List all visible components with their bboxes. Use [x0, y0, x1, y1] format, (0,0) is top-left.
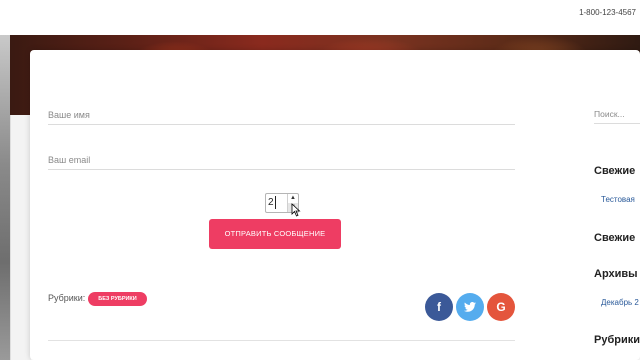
stepper-value: 2 — [268, 197, 274, 208]
text-caret — [275, 196, 276, 209]
sidebar-search-input[interactable]: Поиск... — [594, 103, 640, 124]
sidebar-heading-categories: Рубрики — [594, 334, 640, 346]
categories-label: Рубрики: — [48, 293, 86, 303]
header-phone[interactable]: 1-800-123-4567 — [579, 8, 636, 17]
content-card — [30, 50, 640, 360]
facebook-share-icon[interactable]: f — [425, 293, 453, 321]
mouse-pointer-icon — [291, 203, 301, 217]
search-placeholder: Поиск... — [594, 109, 625, 119]
google-share-icon[interactable]: G — [487, 293, 515, 321]
category-badge[interactable]: БЕЗ РУБРИКИ — [88, 292, 147, 306]
content-divider — [48, 340, 515, 341]
name-field[interactable]: Ваше имя — [48, 102, 515, 125]
top-bar: 1-800-123-4567 — [0, 0, 640, 36]
page-gutter — [10, 115, 31, 360]
name-field-placeholder: Ваше имя — [48, 110, 90, 120]
sidebar-link-archive[interactable]: Декабрь 2 — [601, 298, 639, 307]
background-image-edge — [0, 35, 10, 360]
sidebar-heading-archives: Архивы — [594, 268, 638, 280]
twitter-share-icon[interactable] — [456, 293, 484, 321]
stepper-up-icon[interactable]: ▲ — [288, 194, 298, 203]
sidebar-heading-recent-posts: Свежие — [594, 165, 636, 177]
email-field-placeholder: Ваш email — [48, 155, 91, 165]
sidebar-link-post[interactable]: Тестовая — [601, 195, 635, 204]
send-message-button[interactable]: ОТПРАВИТЬ СООБЩЕНИЕ — [209, 219, 341, 249]
email-field[interactable]: Ваш email — [48, 147, 515, 170]
sidebar-heading-recent-comments: Свежие — [594, 232, 636, 244]
